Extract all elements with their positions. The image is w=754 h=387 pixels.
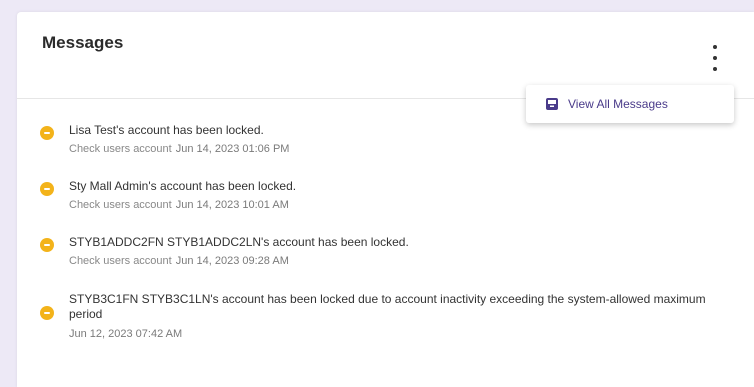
kebab-dot [713, 56, 717, 60]
dropdown-menu: View All Messages [526, 85, 734, 123]
kebab-menu-icon[interactable] [707, 45, 723, 71]
kebab-dot [713, 45, 717, 49]
message-timestamp: Jun 14, 2023 10:01 AM [175, 199, 289, 211]
warning-circle-icon [40, 126, 54, 140]
message-timestamp: Jun 14, 2023 01:06 PM [175, 143, 290, 155]
message-meta: Jun 12, 2023 07:42 AM [69, 328, 182, 340]
messages-card: Messages Lisa Test's account has been lo… [17, 12, 754, 387]
message-text: Sty Mall Admin's account has been locked… [69, 179, 297, 193]
message-text: STYB3C1FN STYB3C1LN's account has been l… [69, 292, 706, 321]
message-text: STYB1ADDC2FN STYB1ADDC2LN's account has … [69, 235, 409, 249]
menu-item-label: View All Messages [568, 97, 668, 111]
kebab-dot [713, 67, 717, 71]
message-meta: Check users account Jun 14, 2023 09:28 AM [69, 255, 289, 267]
message-source: Check users account [69, 143, 172, 155]
warning-circle-icon [40, 306, 54, 320]
message-meta: Check users account Jun 14, 2023 01:06 PM [69, 143, 289, 155]
message-source: Check users account [69, 255, 172, 267]
message-timestamp: Jun 14, 2023 09:28 AM [175, 255, 289, 267]
view-all-messages-menu-item[interactable]: View All Messages [526, 85, 734, 123]
message-source: Check users account [69, 199, 172, 211]
warning-circle-icon [40, 238, 54, 252]
message-timestamp: Jun 12, 2023 07:42 AM [69, 328, 183, 340]
card-title: Messages [42, 33, 124, 52]
message-text: Lisa Test's account has been locked. [69, 123, 264, 137]
message-meta: Check users account Jun 14, 2023 10:01 AM [69, 199, 289, 211]
warning-circle-icon [40, 182, 54, 196]
inbox-icon [545, 97, 559, 111]
